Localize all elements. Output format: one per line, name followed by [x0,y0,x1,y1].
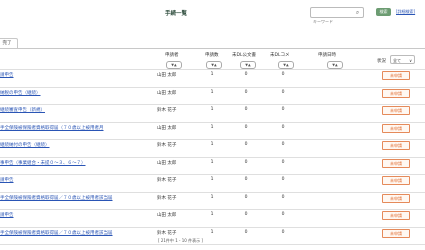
status-badge: 未申請 [382,88,410,98]
unread-docs-count: 0 [244,72,248,77]
procedure-name-link[interactable]: 手全保険被保険者資格取得届／７０歳以上被用者該当届 [0,195,150,201]
applicant-name: 鈴木 花子 [157,108,177,113]
applicant-name: 鈴木 花子 [157,195,177,201]
request-count: 1 [210,177,214,182]
sort-unread-docs-button[interactable]: ▼▲ [240,61,256,69]
request-count: 1 [210,107,214,112]
row-divider [0,104,425,105]
unread-docs-count: 0 [244,124,248,130]
status-badge: 未申請 [382,228,410,238]
unread-docs-count: 0 [244,177,248,182]
procedure-name-link[interactable]: 請申告 [0,177,150,183]
row-divider [0,226,425,228]
applicant-name: 鈴木 花子 [157,143,177,148]
unread-docs-count: 0 [244,107,248,112]
status-badge: 未申請 [382,158,410,168]
sort-apply-date-button[interactable]: ▼▲ [327,61,343,69]
applicant-name: 山田 太郎 [157,125,177,131]
row-divider [0,121,425,123]
column-header-status: 状況 [377,59,386,64]
row-divider [0,139,425,140]
unread-comments-count: 0 [281,107,285,112]
row-divider [0,156,425,158]
status-badge: 未申請 [382,141,410,150]
unread-comments-count: 0 [281,194,285,200]
status-badge: 未申請 [382,193,410,203]
procedure-name-link[interactable]: 請申告 [0,72,150,78]
status-badge: 未申請 [382,176,410,185]
search-input-wrapper[interactable]: ⌕ [310,7,364,26]
unread-docs-count: 0 [244,194,248,200]
unread-comments-count: 0 [281,142,285,147]
unread-comments-count: 0 [281,229,285,235]
status-badge: 未申請 [382,106,410,115]
request-count: 1 [210,124,214,130]
advanced-search-link[interactable]: [詳細検索] [396,9,415,15]
unread-comments-count: 0 [281,159,285,165]
column-header-request-count: 申請数 [205,53,219,58]
status-filter-value: 全て [393,58,401,63]
sort-request-count-button[interactable]: ▼▲ [206,61,222,69]
status-badge: 未申請 [382,211,410,220]
procedure-name-link[interactable]: 継続納付の申告（継続） [0,142,150,148]
row-divider [0,174,425,175]
pagination-summary: [ 21件中 1 - 10 件表示 ] [158,238,203,243]
status-badge: 未申請 [382,123,410,133]
request-count: 1 [210,159,214,165]
unread-docs-count: 0 [244,89,248,95]
sort-unread-comments-button[interactable]: ▼▲ [278,61,294,69]
unread-docs-count: 0 [244,159,248,165]
unread-docs-count: 0 [244,212,248,217]
unread-comments-count: 0 [281,177,285,182]
row-divider [0,209,425,210]
column-header-unread-comments: 未DLコメ [270,53,290,58]
applicant-name: 山田 太郎 [157,90,177,96]
applicant-name: 鈴木 花子 [157,230,177,236]
row-divider [0,191,425,193]
status-filter-select[interactable]: 全て ∨ [390,55,415,64]
procedure-name-link[interactable]: 納税の申告（継続） [0,90,150,96]
row-divider [0,244,425,245]
procedure-name-link[interactable]: 事申告（事業組合・未提０～３、６～７） [0,160,150,166]
column-header-unread-docs: 未DL公文書 [232,53,256,58]
unread-docs-count: 0 [244,229,248,235]
search-button[interactable]: 検索 [376,8,391,16]
applicant-name: 山田 太郎 [157,73,177,78]
status-badge: 未申請 [382,71,410,80]
tab-divider [0,48,425,49]
applicant-name: 山田 太郎 [157,160,177,166]
request-count: 1 [210,229,214,235]
sort-applicant-button[interactable]: ▼▲ [166,61,182,69]
procedure-name-link[interactable]: 請申告 [0,212,150,218]
procedure-name-link[interactable]: 手全保険被保険者資格取得届／７０歳以上被用者該当届 [0,230,150,236]
applicant-name: 鈴木 花子 [157,178,177,183]
column-header-apply-date: 申請日時 [318,53,336,58]
page-title: 手続一覧 [165,11,188,17]
applicant-name: 山田 太郎 [157,213,177,218]
unread-comments-count: 0 [281,124,285,130]
request-count: 1 [210,142,214,147]
unread-comments-count: 0 [281,89,285,95]
chevron-down-icon: ∨ [409,58,412,63]
request-count: 1 [210,72,214,77]
request-count: 1 [210,212,214,217]
unread-comments-count: 0 [281,72,285,77]
row-divider [0,86,425,88]
unread-comments-count: 0 [281,212,285,217]
procedure-name-link[interactable]: 手全保険被保険者資格取得届（７０歳以上被用者月 [0,125,150,131]
request-count: 1 [210,89,214,95]
search-icon[interactable]: ⌕ [354,9,361,16]
search-input[interactable] [311,17,351,26]
unread-docs-count: 0 [244,142,248,147]
procedure-name-link[interactable]: 継続審査申告（新規） [0,107,150,113]
column-header-applicant: 申請者 [165,53,179,58]
request-count: 1 [210,194,214,200]
row-divider [0,69,425,70]
